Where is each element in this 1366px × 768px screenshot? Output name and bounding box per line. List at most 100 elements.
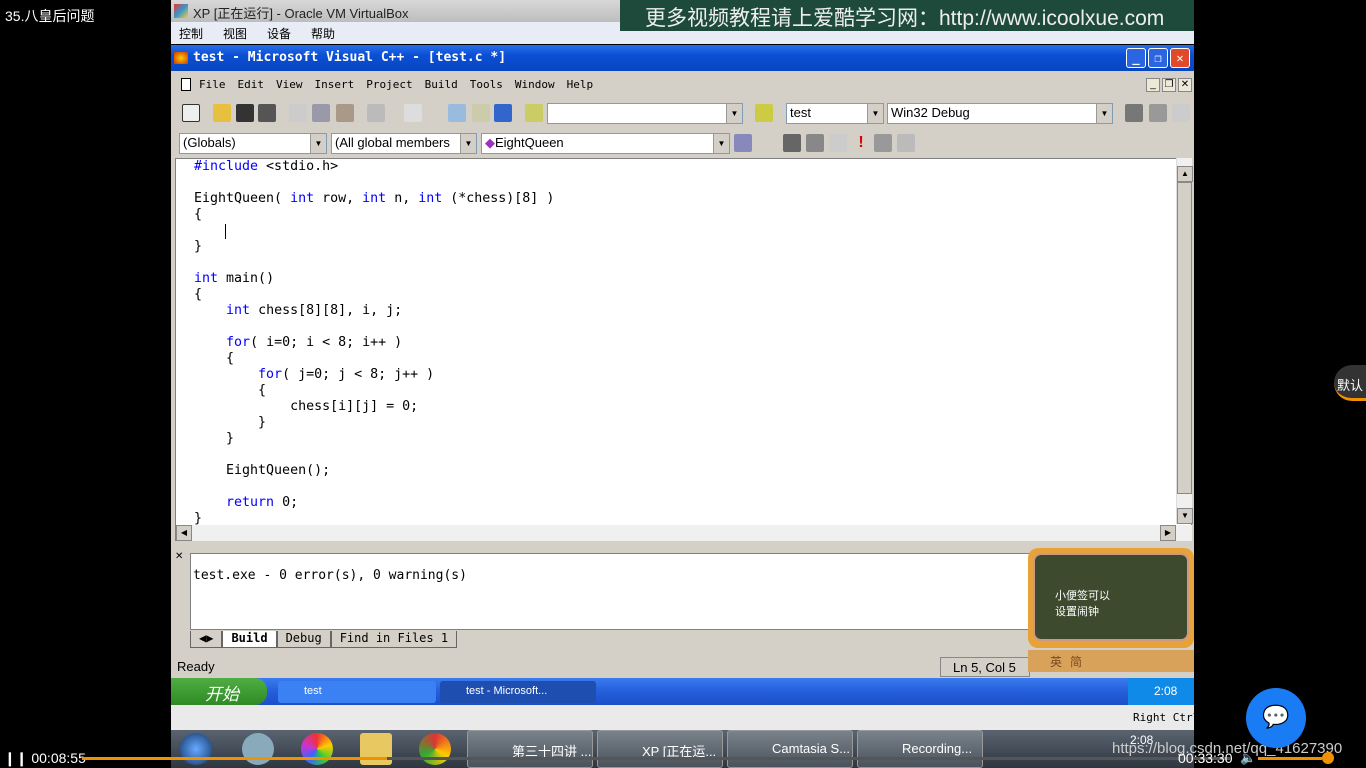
stop-build-icon[interactable] (1172, 104, 1190, 122)
volume-icon[interactable]: 🔈 (1240, 750, 1256, 766)
win7-task-virtualbox[interactable]: XP [正在运... (597, 730, 723, 768)
scope-combo[interactable]: (Globals) ▼ (179, 133, 327, 154)
windows-list-icon[interactable] (494, 104, 512, 122)
search-icon[interactable] (755, 104, 773, 122)
scroll-right-button[interactable]: ▶ (1160, 525, 1176, 541)
code-token: { (194, 383, 267, 398)
vbox-menu-view[interactable]: 视图 (223, 25, 247, 44)
horizontal-scrollbar[interactable]: ◀ ▶ (176, 525, 1192, 541)
sogou-toolbar[interactable]: 英简 (1028, 650, 1194, 672)
mdi-close-button[interactable]: ✕ (1178, 78, 1192, 92)
vertical-scrollbar[interactable]: ▲ ▼ (1176, 158, 1193, 524)
chevron-down-icon[interactable]: ▼ (310, 134, 326, 153)
vbox-menu-control[interactable]: 控制 (179, 25, 203, 44)
menu-build[interactable]: Build (425, 78, 458, 96)
workspace-icon[interactable] (448, 104, 466, 122)
vbox-status-bar (171, 705, 1194, 730)
save-all-icon[interactable] (258, 104, 276, 122)
output-close-icon[interactable]: ✕ (175, 551, 187, 563)
scroll-left-button[interactable]: ◀ (176, 525, 192, 541)
explorer-search-icon[interactable] (242, 733, 274, 765)
build-icon[interactable] (1149, 104, 1167, 122)
pinwheel-icon[interactable] (301, 733, 333, 765)
mdi-minimize-button[interactable]: _ (1146, 78, 1160, 92)
menu-view[interactable]: View (276, 78, 303, 96)
output-icon[interactable] (472, 104, 490, 122)
new-file-icon[interactable] (182, 104, 200, 122)
menu-tools[interactable]: Tools (470, 78, 503, 96)
open-icon[interactable] (213, 104, 231, 122)
project-combo[interactable]: test ▼ (786, 103, 884, 124)
cut-icon[interactable] (289, 104, 307, 122)
total-time: 00:33:30 (1178, 750, 1233, 766)
win7-task-camtasia[interactable]: Camtasia S... (727, 730, 853, 768)
scroll-down-button[interactable]: ▼ (1177, 508, 1193, 524)
vbox-menu-help[interactable]: 帮助 (311, 25, 335, 44)
function-combo[interactable]: ◆EightQueen ▼ (481, 133, 730, 154)
default-quality-button[interactable]: 默认 (1334, 365, 1366, 401)
win7-start-orb[interactable] (180, 733, 212, 765)
volume-knob[interactable] (1322, 752, 1334, 764)
compile-small-icon[interactable] (783, 134, 801, 152)
win7-task-powerpoint[interactable]: 第三十四讲 ... (467, 730, 593, 768)
build-small-icon[interactable] (806, 134, 824, 152)
stop-small-icon[interactable] (829, 134, 847, 152)
maximize-button[interactable]: ❐ (1148, 48, 1168, 68)
menu-help[interactable]: Help (567, 78, 594, 96)
tab-debug[interactable]: Debug (276, 631, 331, 648)
compile-icon[interactable] (1125, 104, 1143, 122)
tab-build[interactable]: Build (222, 631, 277, 648)
minimize-button[interactable]: _ (1126, 48, 1146, 68)
members-combo[interactable]: (All global members ▼ (331, 133, 477, 154)
go-icon[interactable] (874, 134, 892, 152)
menu-file[interactable]: File (199, 78, 226, 96)
chevron-down-icon[interactable]: ▼ (1096, 104, 1112, 123)
cursor-position: Ln 5, Col 5 (940, 657, 1030, 677)
xp-task-vc[interactable]: test - Microsoft... (440, 681, 596, 703)
code-token: <stdio.h> (258, 159, 339, 174)
xp-start-button[interactable]: 开始 (171, 678, 267, 705)
menu-insert[interactable]: Insert (315, 78, 355, 96)
undo-icon[interactable] (367, 104, 385, 122)
tab-find-in-files[interactable]: Find in Files 1 (330, 631, 458, 648)
find-in-files-icon[interactable] (525, 104, 543, 122)
menu-window[interactable]: Window (515, 78, 555, 96)
chat-button[interactable]: 💬 (1246, 688, 1306, 748)
chevron-down-icon[interactable]: ▼ (713, 134, 729, 153)
tab-scroll-arrows[interactable]: ◀▶ (190, 631, 223, 648)
find-combo[interactable]: ▼ (547, 103, 743, 124)
text-cursor (225, 224, 226, 239)
save-icon[interactable] (236, 104, 254, 122)
chevron-down-icon[interactable]: ▼ (867, 104, 883, 123)
win7-task-recording[interactable]: Recording... (857, 730, 983, 768)
vc-title: test - Microsoft Visual C++ - [test.c *] (193, 50, 507, 65)
volume-slider[interactable] (1258, 757, 1322, 760)
copy-icon[interactable] (312, 104, 330, 122)
chat-bubble-icon: 💬 (1262, 704, 1290, 729)
breakpoint-hand-icon[interactable] (897, 134, 915, 152)
menu-edit[interactable]: Edit (238, 78, 265, 96)
pause-icon[interactable]: ❙❙ (4, 750, 31, 766)
code-line: return 0; (194, 495, 554, 511)
execute-icon[interactable]: ! (852, 134, 870, 152)
scroll-thumb[interactable] (1177, 182, 1192, 494)
chevron-down-icon[interactable]: ▼ (726, 104, 742, 123)
paste-icon[interactable] (336, 104, 354, 122)
progress-fill[interactable] (82, 757, 388, 760)
code-text[interactable]: #include <stdio.h> EightQueen( int row, … (194, 159, 554, 527)
xp-task-test-folder[interactable]: test (278, 681, 436, 703)
mdi-restore-button[interactable]: ❐ (1162, 78, 1176, 92)
code-editor[interactable]: #include <stdio.h> EightQueen( int row, … (175, 158, 1192, 541)
wizard-action-icon[interactable] (734, 134, 752, 152)
close-button[interactable]: ✕ (1170, 48, 1190, 68)
scroll-up-button[interactable]: ▲ (1177, 166, 1193, 182)
sogou-widget[interactable]: 小便签可以 设置闹钟 (1028, 548, 1194, 648)
config-combo[interactable]: Win32 Debug ▼ (887, 103, 1113, 124)
chrome-icon[interactable] (419, 733, 451, 765)
redo-icon[interactable] (404, 104, 422, 122)
folder-icon[interactable] (360, 733, 392, 765)
menu-project[interactable]: Project (366, 78, 412, 96)
chevron-down-icon[interactable]: ▼ (460, 134, 476, 153)
vbox-menu-devices[interactable]: 设备 (267, 25, 291, 44)
